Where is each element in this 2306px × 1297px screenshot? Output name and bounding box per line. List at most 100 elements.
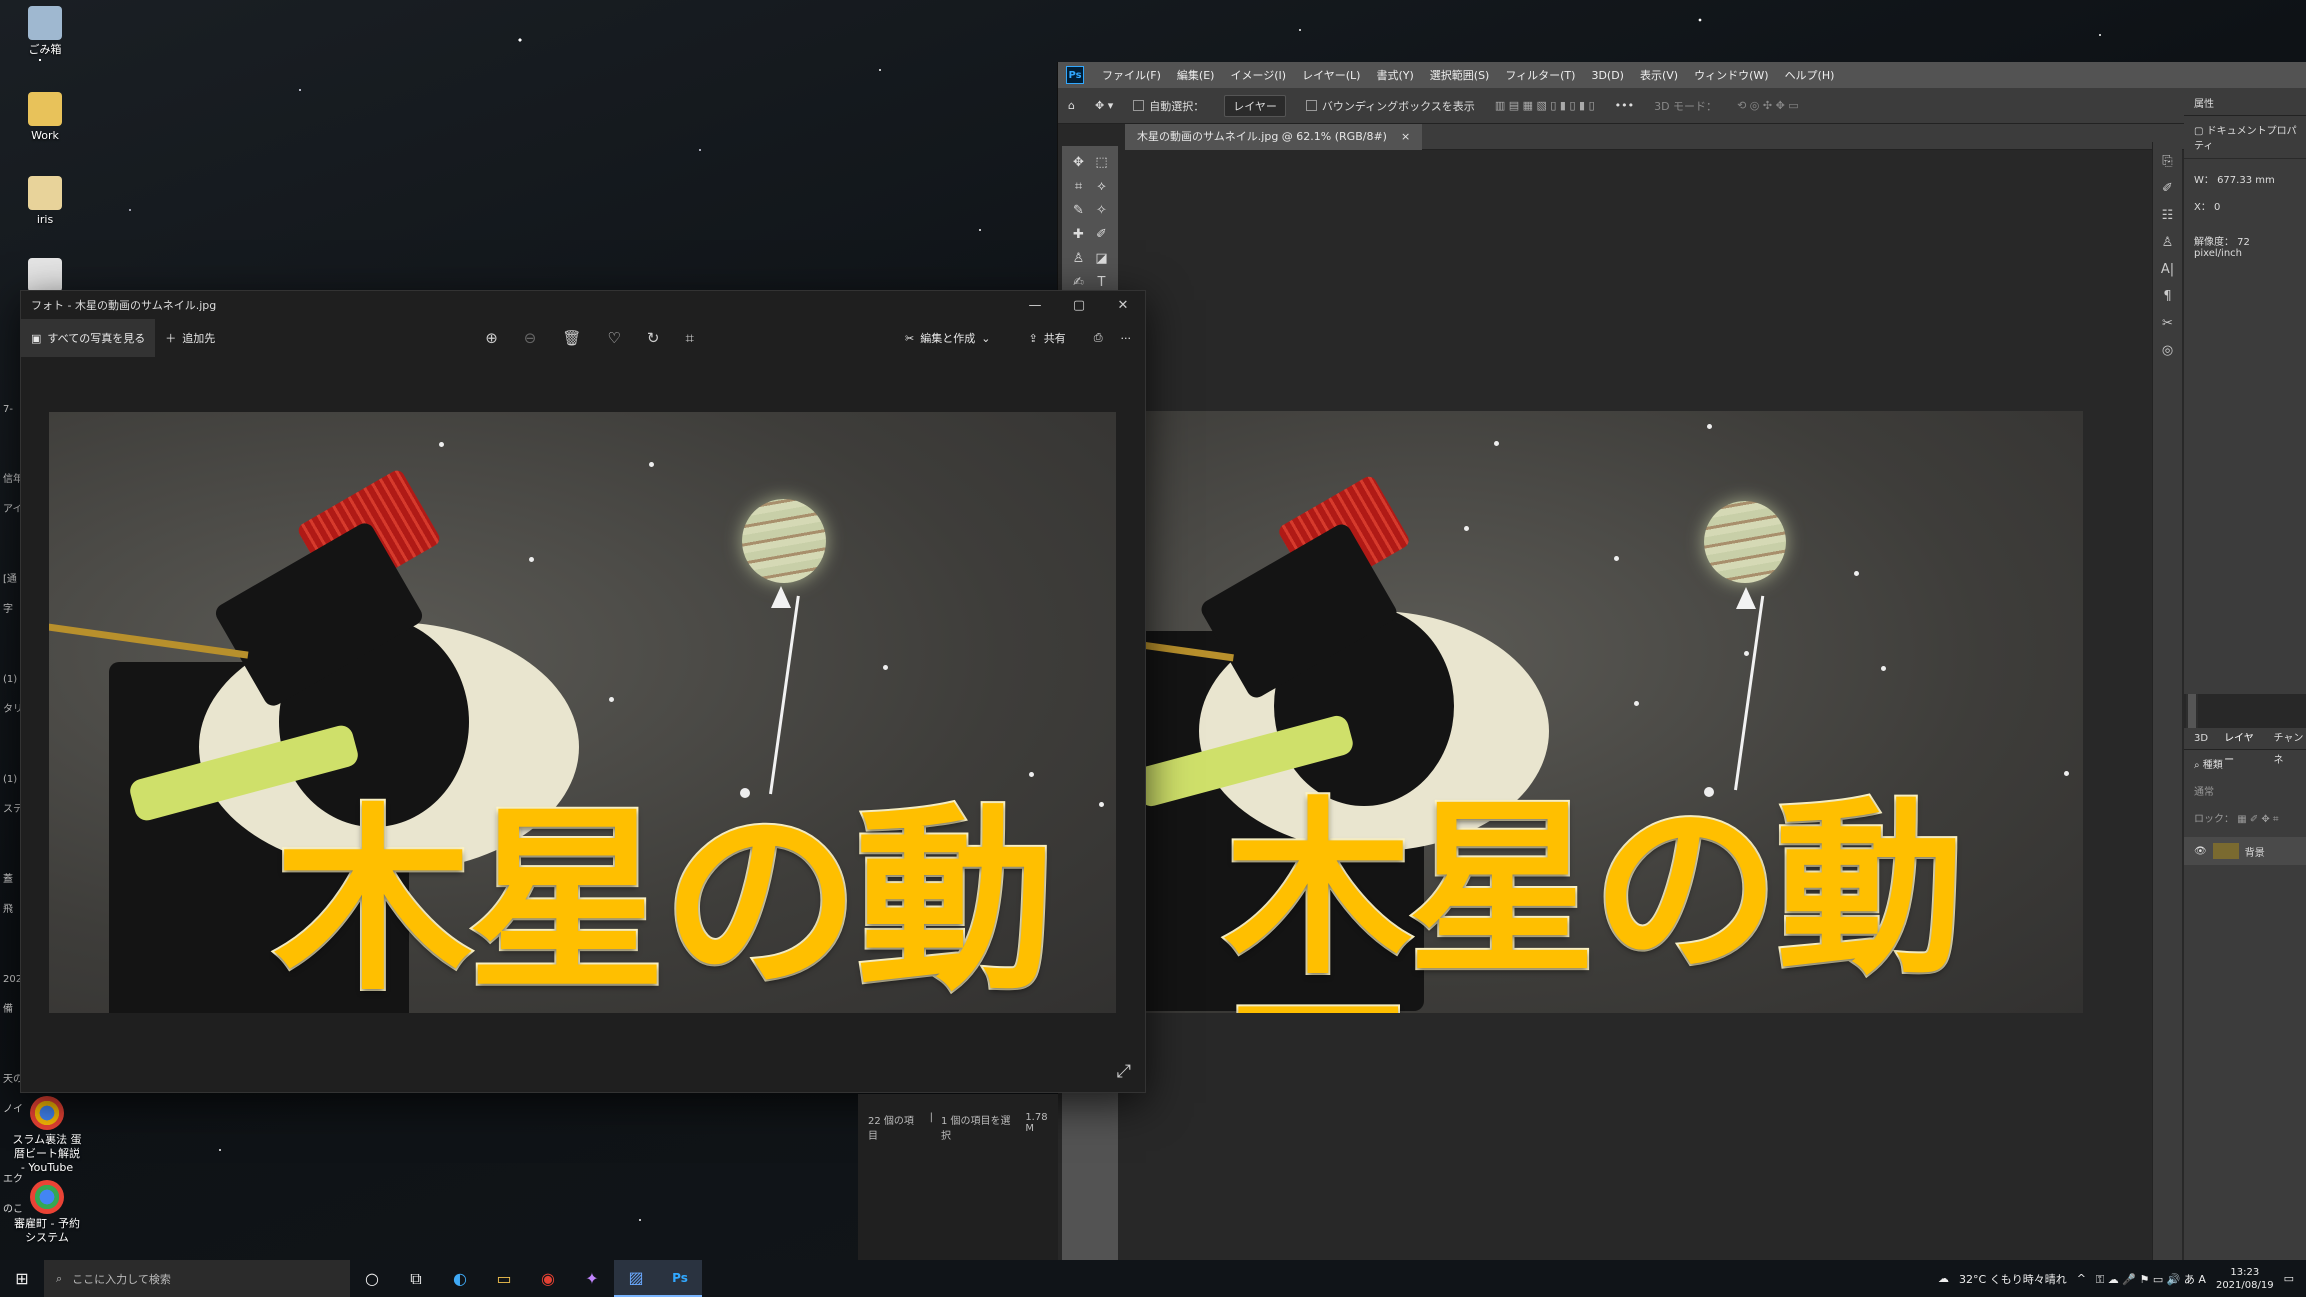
weather-text[interactable]: 32°C くもり時々晴れ — [1959, 1271, 2067, 1287]
rotate-icon[interactable]: ↻ — [647, 329, 660, 347]
chrome-icon[interactable]: ◉ — [526, 1260, 570, 1297]
tools-panel-icon[interactable]: ✂ — [2153, 316, 2182, 331]
move-tool-icon[interactable]: ✥ ▾ — [1085, 99, 1123, 112]
layer-filter[interactable]: ⌕ 種類 — [2184, 750, 2306, 777]
print-icon[interactable]: ⎙ — [1094, 331, 1103, 345]
eye-icon[interactable]: 👁 — [2194, 846, 2207, 857]
properties-tab[interactable]: 属性 — [2184, 94, 2306, 116]
move-tool-icon[interactable]: ✥ — [1068, 154, 1089, 172]
menu-filter[interactable]: フィルター(T) — [1497, 67, 1583, 83]
auto-select-option[interactable]: 自動選択： — [1123, 98, 1214, 114]
fullscreen-expand-icon[interactable]: ⤢ — [1117, 1061, 1131, 1082]
edit-scissors-icon: ✂ — [905, 331, 915, 345]
eyedropper-tool-icon[interactable]: ✎ — [1068, 202, 1089, 220]
photo-gallery-icon: ▣ — [31, 331, 42, 345]
chevron-up-icon[interactable]: ^ — [2077, 1272, 2086, 1285]
auto-select-checkbox[interactable] — [1133, 100, 1145, 111]
stamp-panel-icon[interactable]: ♙ — [2153, 235, 2182, 250]
stamp-tool-icon[interactable]: ♙ — [1068, 250, 1089, 268]
zoom-in-icon[interactable]: ⊕ — [485, 329, 498, 347]
layer-row-background[interactable]: 👁 背景 — [2184, 837, 2306, 865]
resolution-value[interactable]: 解像度： 72 pixel/inch — [2184, 219, 2306, 265]
layer-select-dropdown[interactable]: レイヤー — [1224, 94, 1286, 117]
menu-select[interactable]: 選択範囲(S) — [1422, 67, 1498, 83]
menu-edit[interactable]: 編集(E) — [1169, 67, 1223, 83]
tab-3d[interactable]: 3D — [2194, 728, 2208, 749]
adjustments-panel-icon[interactable]: ☷ — [2153, 208, 2182, 223]
zoom-out-icon[interactable]: ⊖ — [524, 329, 537, 347]
menu-image[interactable]: イメージ(I) — [1222, 67, 1294, 83]
edge-icon[interactable]: ◐ — [438, 1260, 482, 1297]
blend-mode-select[interactable]: 通常 — [2184, 777, 2306, 804]
menu-type[interactable]: 書式(Y) — [1368, 67, 1421, 83]
brush-panel-icon[interactable]: ✐ — [2153, 181, 2182, 196]
3d-panel-icon[interactable]: ◎ — [2153, 343, 2182, 358]
home-icon[interactable]: ⌂ — [1058, 99, 1085, 112]
menu-help[interactable]: ヘルプ(H) — [1777, 67, 1843, 83]
desktop-icon-label: ごみ箱 — [28, 43, 62, 56]
tab-layers[interactable]: レイヤー — [2224, 728, 2257, 766]
add-to-button[interactable]: ＋ 追加先 — [155, 319, 225, 357]
x-value[interactable]: X： 0 — [2184, 192, 2306, 219]
desktop-icon-recycle-bin[interactable]: ごみ箱 — [12, 6, 78, 57]
brush-tool-icon[interactable]: ✐ — [1091, 226, 1112, 244]
bounding-box-option[interactable]: バウンディングボックスを表示 — [1296, 98, 1485, 114]
menu-window[interactable]: ウィンドウ(W) — [1686, 67, 1776, 83]
desktop-icon-iris[interactable]: iris — [12, 176, 78, 227]
menu-view[interactable]: 表示(V) — [1632, 67, 1686, 83]
paragraph-panel-icon[interactable]: ¶ — [2153, 289, 2182, 304]
ps-options-bar: ⌂ ✥ ▾ 自動選択： レイヤー バウンディングボックスを表示 ▥ ▤ ▦ ▧ … — [1058, 88, 2306, 124]
character-panel-icon[interactable]: A| — [2153, 262, 2182, 277]
delete-icon[interactable]: 🗑 — [562, 329, 581, 347]
share-button[interactable]: ⇪ 共有 — [1018, 319, 1075, 357]
marquee-tool-icon[interactable]: ⬚ — [1091, 154, 1112, 172]
davinci-icon[interactable]: ✦ — [570, 1260, 614, 1297]
clock-time: 13:23 — [2230, 1266, 2260, 1278]
document-properties-label: ドキュメントプロパティ — [2194, 126, 2297, 152]
minimize-icon[interactable]: — — [1013, 298, 1057, 313]
align-icons[interactable]: ▥ ▤ ▦ ▧ ▯ ▮ ▯ ▮ ▯ — [1485, 99, 1605, 112]
menu-file[interactable]: ファイル(F) — [1094, 67, 1169, 83]
history-panel-icon[interactable]: ⎘ — [2153, 154, 2182, 169]
lock-icons[interactable]: ▦ ✐ ✥ ⌗ — [2237, 814, 2278, 825]
cortana-icon[interactable]: ○ — [350, 1260, 394, 1297]
arrow-line — [1734, 595, 1765, 791]
eraser-tool-icon[interactable]: ◪ — [1091, 250, 1112, 268]
photos-app-icon[interactable]: ▨ — [614, 1260, 658, 1297]
photoshop-taskbar-icon[interactable]: Ps — [658, 1260, 702, 1297]
healing-brush-icon[interactable]: ✚ — [1068, 226, 1089, 244]
crop-icon[interactable]: ⌗ — [685, 329, 693, 347]
tray-icons[interactable]: ⚿ ☁ 🎤 ⚑ ▭ 🔊 あ A — [2096, 1271, 2206, 1287]
task-view-icon[interactable]: ⧉ — [394, 1260, 438, 1297]
width-value[interactable]: W： 677.33 mm — [2184, 159, 2306, 192]
menu-layer[interactable]: レイヤー(L) — [1294, 67, 1368, 83]
all-photos-button[interactable]: ▣ すべての写真を見る — [21, 319, 156, 357]
selected-size: 1.78 M — [1025, 1112, 1048, 1134]
layer-name: 背景 — [2244, 847, 2265, 859]
crop-tool-icon[interactable]: ⌗ — [1068, 178, 1089, 196]
taskbar-search-box[interactable]: ⌕ ここに入力して検索 — [44, 1260, 350, 1297]
bounding-box-checkbox[interactable] — [1305, 100, 1317, 111]
taskbar-clock[interactable]: 13:23 2021/08/19 — [2216, 1266, 2274, 1292]
more-options-button[interactable]: ··· — [1121, 332, 1132, 345]
close-icon[interactable]: × — [1401, 124, 1410, 150]
document-tab[interactable]: 木星の動画のサムネイル.jpg @ 62.1% (RGB/8#) × — [1125, 124, 1423, 150]
windows-start-icon[interactable]: ⊞ — [0, 1269, 44, 1288]
desktop-icon-work[interactable]: Work — [12, 92, 78, 143]
add-to-label: 追加先 — [182, 332, 216, 345]
layers-tabs: 3D レイヤー チャンネ — [2184, 728, 2306, 766]
mode-3d-icons[interactable]: ⟲ ◎ ✣ ✥ ▭ — [1727, 99, 1809, 112]
more-options-icon[interactable]: ••• — [1605, 99, 1644, 112]
desktop-icon-label: 審雇町 - 予約システム — [14, 1217, 80, 1244]
file-explorer-icon[interactable]: ▭ — [482, 1260, 526, 1297]
notifications-icon[interactable]: ▭ — [2284, 1272, 2294, 1285]
maximize-icon[interactable]: ▢ — [1057, 298, 1101, 313]
favorite-heart-icon[interactable]: ♡ — [607, 329, 620, 347]
tab-channels[interactable]: チャンネ — [2274, 728, 2306, 766]
menu-3d[interactable]: 3D(D) — [1583, 69, 1632, 82]
document-tab-label: 木星の動画のサムネイル.jpg @ 62.1% (RGB/8#) — [1137, 130, 1387, 143]
lasso-tool-icon[interactable]: ⟡ — [1091, 178, 1112, 196]
close-icon[interactable]: ✕ — [1101, 298, 1145, 313]
edit-create-button[interactable]: ✂ 編集と作成 ⌄ — [895, 319, 1000, 357]
magic-wand-tool-icon[interactable]: ✧ — [1091, 202, 1112, 220]
